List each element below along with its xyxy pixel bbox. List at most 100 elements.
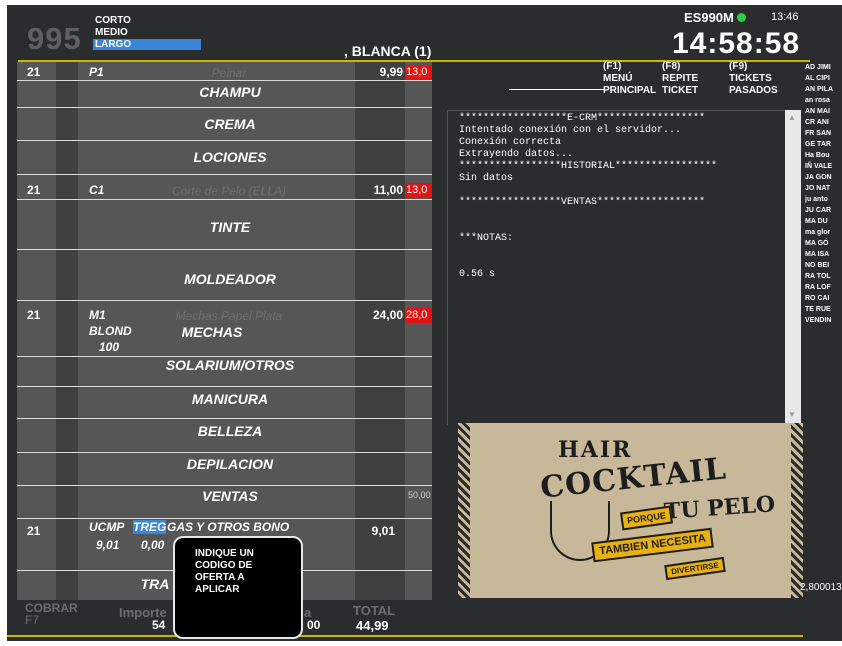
row-divider xyxy=(17,174,432,175)
staff-name-item[interactable]: RO CAI xyxy=(805,293,842,304)
staff-name-item[interactable]: TE RUE xyxy=(805,304,842,315)
status-dot-icon xyxy=(736,13,746,22)
staff-name-item[interactable]: ju anto xyxy=(805,194,842,205)
category-champu[interactable]: CHAMPU xyxy=(130,84,330,100)
category-moldeador[interactable]: MOLDEADOR xyxy=(130,271,330,287)
line-price-red: 28,0 xyxy=(405,308,432,323)
pos-screen: 995 CORTO MEDIO LARGO , BLANCA (1) ES990… xyxy=(7,5,842,641)
staff-name-item[interactable]: MA GÓ xyxy=(805,238,842,249)
ticket-code: 995 xyxy=(27,21,82,56)
side-value: 2,800013 xyxy=(800,582,842,593)
staff-name-item[interactable]: VENDIN xyxy=(805,315,842,326)
banner-stripe xyxy=(791,423,803,598)
staff-name-item[interactable]: NO BEI xyxy=(805,260,842,271)
line-code: M1 xyxy=(89,308,106,322)
repite-ticket-button[interactable]: (F8) REPITE TICKET xyxy=(662,61,698,97)
category-depilacion[interactable]: DEPILACION xyxy=(130,456,330,472)
menu-principal-button[interactable]: (F1) MENÚ PRINCIPAL xyxy=(603,61,656,97)
category-mechas[interactable]: MECHAS xyxy=(112,324,312,340)
banner-divertirse: DIVERTIRSE xyxy=(664,556,726,581)
row-divider xyxy=(17,386,432,387)
staff-name-item[interactable]: AL CIPI xyxy=(805,73,842,84)
scroll-down-icon[interactable]: ▼ xyxy=(788,410,796,419)
category-solarium[interactable]: SOLARIUM/OTROS xyxy=(130,357,330,373)
line-sub-1: 9,01 xyxy=(96,538,120,552)
banner-stripe xyxy=(458,423,470,598)
banner-tu-pelo: TU PELO xyxy=(663,491,776,525)
staff-name-item[interactable]: Ha Bou xyxy=(805,150,842,161)
staff-name-item[interactable]: AN PILA xyxy=(805,84,842,95)
terminal-id: ES990M xyxy=(684,10,746,25)
line-code-2: BLOND xyxy=(89,324,132,338)
category-belleza[interactable]: BELLEZA xyxy=(130,423,330,439)
staff-name-item[interactable]: CR ANI xyxy=(805,117,842,128)
line-service: Peinar xyxy=(211,66,247,80)
fkey-line1: MENÚ xyxy=(603,73,633,84)
staff-name-item[interactable]: JU CAR xyxy=(805,205,842,216)
console-scrollbar[interactable]: ▲ ▼ xyxy=(785,110,801,425)
ticket-grid: CHAMPU CREMA LOCIONES TINTE MOLDEADOR ME… xyxy=(17,62,432,600)
ventas-value: 50,00 xyxy=(408,490,431,500)
staff-name-item[interactable]: AN MAI xyxy=(805,106,842,117)
scroll-up-icon[interactable]: ▲ xyxy=(788,113,796,122)
line-price: 11,00 xyxy=(373,183,403,197)
staff-name-item[interactable]: MA DU xyxy=(805,216,842,227)
banner-hair: HAIR xyxy=(558,437,633,463)
hair-cocktail-banner: HAIR COCKTAIL TU PELO PORQUE TAMBIEN NEC… xyxy=(458,423,803,598)
row-divider xyxy=(17,140,432,141)
line-code-3: 100 xyxy=(99,340,120,354)
staff-name-list: AD JIMI AL CIPI AN PILA an rosa AN MAI CR ANI… xyxy=(805,62,842,326)
length-option-largo[interactable]: LARGO xyxy=(93,39,201,50)
category-crema[interactable]: CREMA xyxy=(130,116,330,132)
category-bonos[interactable]: GAS Y OTROS BONO xyxy=(167,520,289,534)
line-price: 9,01 xyxy=(371,524,395,538)
clock: 14:58:58 xyxy=(672,27,801,60)
staff-name-item[interactable]: MA ISA xyxy=(805,249,842,260)
staff-name-item[interactable]: RA LOF xyxy=(805,282,842,293)
row-divider xyxy=(17,485,432,486)
popup-message: INDIQUE UN CODIGO DE OFERTA A APLICAR xyxy=(195,548,254,595)
line-sub-2: 0,00 xyxy=(141,538,165,552)
staff-name-item[interactable]: FR SAN xyxy=(805,128,842,139)
fkey-label: (F9) xyxy=(729,61,748,72)
grid-column xyxy=(56,62,78,600)
line-qty: 21 xyxy=(27,65,41,79)
f7-key: F7 xyxy=(25,613,40,627)
staff-name-item[interactable]: GE TAR xyxy=(805,139,842,150)
staff-name-item[interactable]: an rosa xyxy=(805,95,842,106)
category-tinte[interactable]: TINTE xyxy=(130,219,330,235)
fkey-line2: PASADOS xyxy=(729,85,778,96)
staff-name-item[interactable]: JO NAT xyxy=(805,183,842,194)
row-divider xyxy=(17,107,432,108)
total-label: TOTAL xyxy=(353,603,396,618)
staff-name-item[interactable]: JA GON xyxy=(805,172,842,183)
tickets-pasados-button[interactable]: (F9) TICKETS PASADOS xyxy=(729,61,778,97)
client-name: , BLANCA (1) xyxy=(344,43,432,59)
category-ventas[interactable]: VENTAS xyxy=(130,488,330,504)
staff-name-item[interactable]: IÑ VALE xyxy=(805,161,842,172)
row-divider xyxy=(17,199,432,200)
line-service: Corte de Pelo (ELLA) xyxy=(171,184,287,198)
length-option-corto[interactable]: CORTO xyxy=(95,15,131,26)
line-code: P1 xyxy=(89,65,104,79)
fkey-line1: TICKETS xyxy=(729,73,772,84)
line-service: Mechas Papel Plata xyxy=(175,309,283,323)
small-time: 13:46 xyxy=(771,11,799,23)
banner-porque: PORQUE xyxy=(619,505,674,531)
staff-name-item[interactable]: RA TOL xyxy=(805,271,842,282)
row-divider xyxy=(17,249,432,250)
grid-column xyxy=(355,62,405,600)
line-qty: 21 xyxy=(27,183,41,197)
staff-name-item[interactable]: AD JIMI xyxy=(805,62,842,73)
line-price-red: 13,0 xyxy=(405,183,432,198)
line-code: UCMP xyxy=(89,520,125,534)
partial-value: 00 xyxy=(307,618,321,632)
staff-name-item[interactable]: ma glor xyxy=(805,227,842,238)
offer-code-input[interactable]: TREG xyxy=(133,520,167,534)
category-manicura[interactable]: MANICURA xyxy=(130,391,330,407)
fkey-line1: REPITE xyxy=(662,73,699,84)
importe-value: 54 xyxy=(152,618,166,632)
length-option-medio[interactable]: MEDIO xyxy=(95,27,128,38)
total-value: 44,99 xyxy=(356,618,389,633)
category-lociones[interactable]: LOCIONES xyxy=(130,149,330,165)
